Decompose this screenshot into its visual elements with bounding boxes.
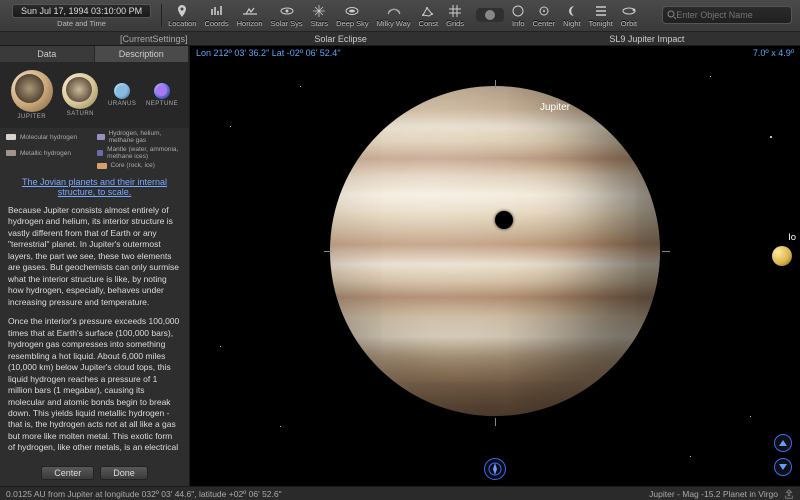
tb-blank[interactable] [472,0,508,31]
center-button[interactable]: Center [41,466,94,480]
diagram-saturn: SATURN [62,73,98,117]
coords-readout: Lon 212º 03' 36.2" Lat -02º 06' 52.4" [196,48,341,58]
tb-location[interactable]: Location [164,0,200,31]
tb-stars[interactable]: Stars [307,0,333,31]
datetime-control[interactable]: Sun Jul 17, 1994 03:10:00 PM Date and Ti… [4,0,159,31]
info-icon [512,4,524,18]
tb-tonight[interactable]: Tonight [585,0,617,31]
target-icon [538,4,550,18]
sidebar-buttons: Center Done [0,462,189,486]
tb-orbit[interactable]: Orbit [617,0,641,31]
sidebar-tabs: Data Description [0,46,189,62]
tb-night[interactable]: Night [559,0,585,31]
top-toolbar: Sun Jul 17, 1994 03:10:00 PM Date and Ti… [0,0,800,32]
description-body: Because Jupiter consists almost entirely… [0,201,189,462]
composition-legend: Molecular hydrogen Hydrogen, helium, met… [0,128,189,173]
pin-icon [177,4,187,18]
list-icon [595,4,607,18]
sidebar: Data Description JUPITER SATURN URANUS N… [0,46,190,486]
tb-const[interactable]: Const [415,0,443,31]
tb-horizon[interactable]: Horizon [233,0,267,31]
jupiter-label: Jupiter [540,102,570,113]
description-para1: Because Jupiter consists almost entirely… [8,205,181,308]
description-para2: Once the interior's pressure exceeds 100… [8,316,181,454]
tb-deepsky[interactable]: Deep Sky [332,0,373,31]
current-settings-label[interactable]: [CurrentSettings] [120,34,188,44]
diagram-neptune: NEPTUNE [146,83,178,107]
nav-up-button[interactable] [774,434,792,452]
status-right: Jupiter - Mag -15.2 Planet in Virgo [649,489,778,499]
compass-button[interactable] [484,458,506,480]
search-field[interactable] [662,6,792,24]
grid-icon [449,4,461,18]
tb-milkyway[interactable]: Milky Way [373,0,415,31]
settings-strip: [CurrentSettings] Solar Eclipse SL9 Jupi… [0,32,800,46]
sky-view[interactable]: Lon 212º 03' 36.2" Lat -02º 06' 52.4" 7.… [190,46,800,486]
orbit-icon [280,4,294,18]
status-bar: 0.0125 AU from Jupiter at longitude 032º… [0,486,800,500]
bars-icon [211,4,223,18]
nav-down-button[interactable] [774,458,792,476]
milky-icon [387,4,401,18]
io-body[interactable] [772,246,792,266]
datetime-value[interactable]: Sun Jul 17, 1994 03:10:00 PM [12,4,151,18]
tb-center[interactable]: Center [529,0,560,31]
moon-shadow [495,211,513,229]
status-left: 0.0125 AU from Jupiter at longitude 032º… [6,489,282,499]
moon-icon [566,4,578,18]
horizon-icon [243,4,257,18]
tab-solar-eclipse[interactable]: Solar Eclipse [188,34,494,44]
sidebar-tab-description[interactable]: Description [95,46,190,62]
sidebar-tab-data[interactable]: Data [0,46,95,62]
const-icon [422,4,434,18]
fov-readout: 7.0º x 4.9º [753,48,794,58]
galaxy-icon [345,4,359,18]
tb-coords[interactable]: Coords [200,0,232,31]
share-icon[interactable] [784,489,794,499]
sparkle-icon [313,4,325,18]
pill-icon [476,8,504,22]
io-label: Io [788,232,796,243]
diagram-uranus: URANUS [108,83,136,107]
tb-solarsys[interactable]: Solar Sys [266,0,306,31]
search-input[interactable] [676,10,787,20]
tab-sl9-impact[interactable]: SL9 Jupiter Impact [494,34,800,44]
main-area: Data Description JUPITER SATURN URANUS N… [0,46,800,486]
jupiter-body[interactable] [330,86,660,416]
tb-info[interactable]: Info [508,0,529,31]
datetime-label: Date and Time [57,19,106,28]
tb-grids[interactable]: Grids [442,0,468,31]
diagram-caption-link[interactable]: The Jovian planets and their internal st… [0,173,189,201]
search-icon [667,10,676,20]
diagram-jupiter: JUPITER [11,70,53,120]
orbit2-icon [622,4,636,18]
planet-diagram: JUPITER SATURN URANUS NEPTUNE [0,62,189,128]
done-button[interactable]: Done [100,466,148,480]
